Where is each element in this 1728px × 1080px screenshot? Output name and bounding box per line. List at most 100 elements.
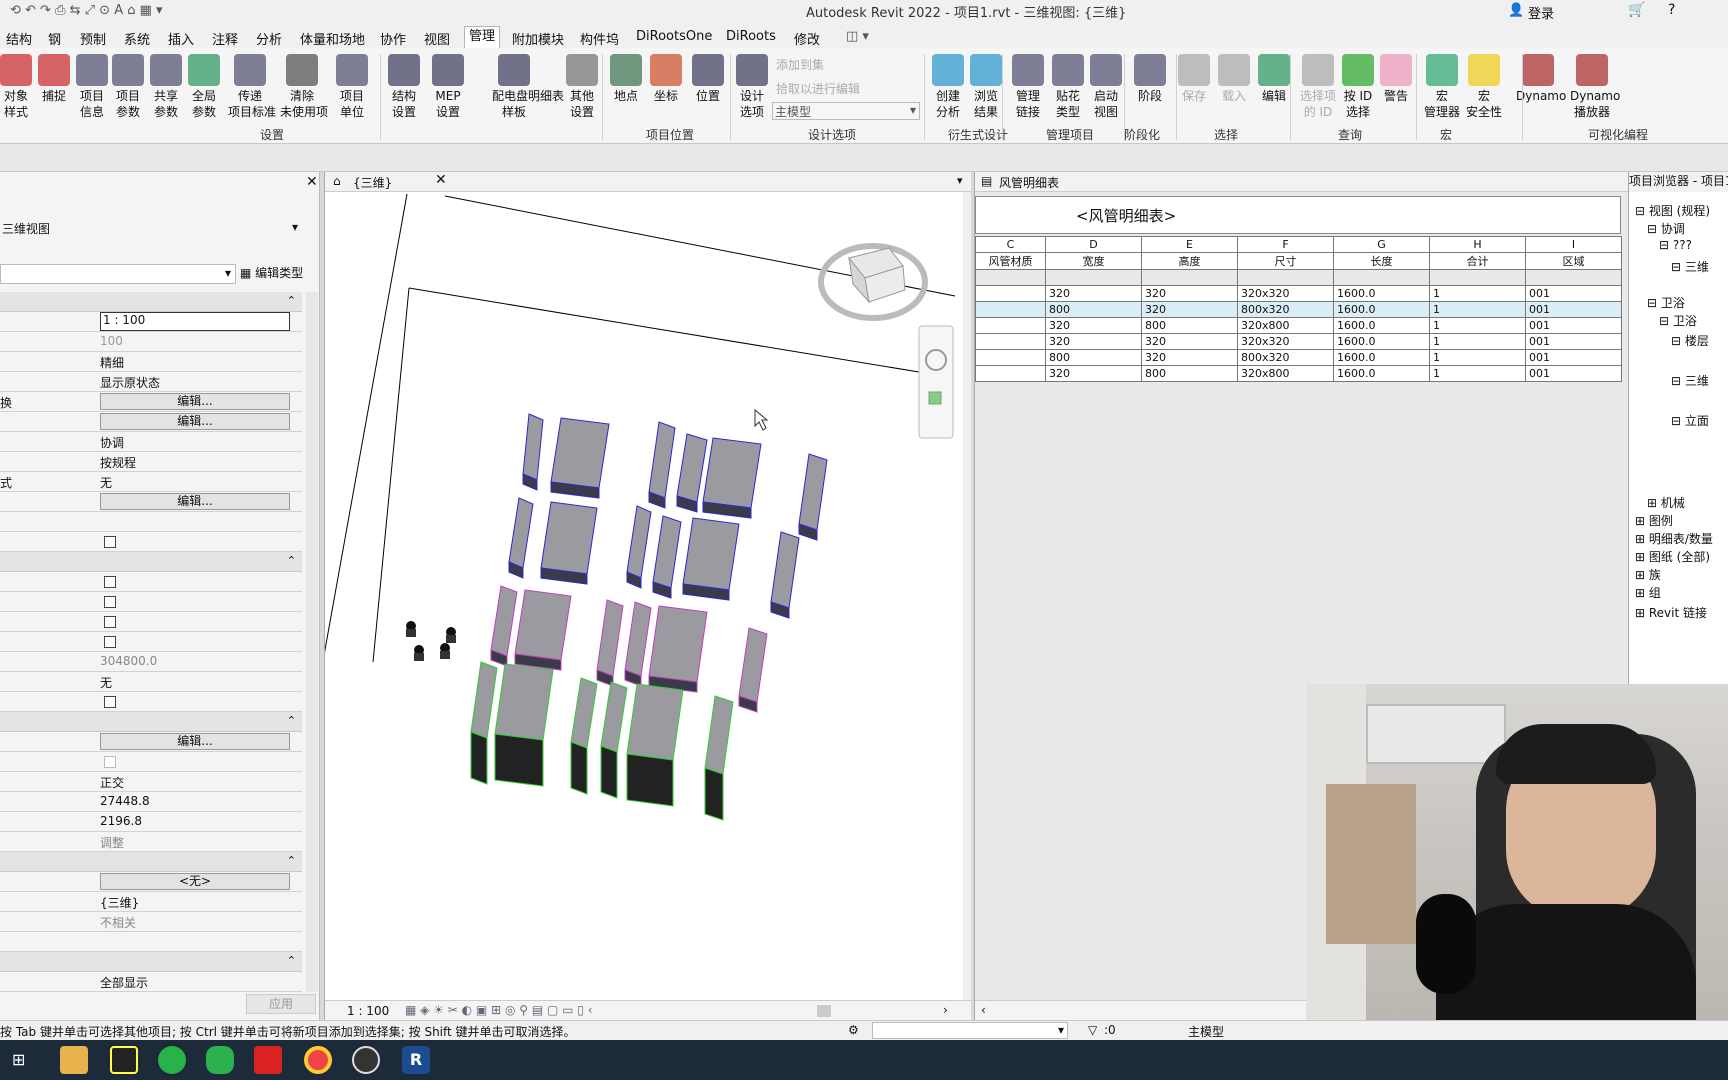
schedule-cell[interactable]: I: [1525, 236, 1622, 253]
duct-block[interactable]: [676, 433, 708, 513]
schedule-cell[interactable]: [975, 285, 1046, 302]
close-icon[interactable]: ✕: [435, 172, 447, 188]
duct-models[interactable]: [470, 413, 828, 821]
browser-item[interactable]: ⊞ 组: [1635, 584, 1661, 601]
duct-block[interactable]: [652, 515, 682, 599]
schedule-cell[interactable]: 800x320: [1237, 301, 1334, 318]
far-clip-checkbox[interactable]: [104, 636, 116, 648]
section-box-checkbox[interactable]: [104, 696, 116, 708]
schedule-cell[interactable]: D: [1045, 236, 1142, 253]
ribbon-button-21[interactable]: 启动 视图: [1084, 54, 1128, 120]
section-camera[interactable]: ⌃: [0, 712, 302, 732]
render-settings-edit-button[interactable]: 编辑...: [100, 733, 290, 750]
browser-item[interactable]: ⊟ 楼层: [1671, 332, 1709, 349]
tab-modify[interactable]: 修改: [794, 29, 820, 48]
tab-overflow-icon[interactable]: ◫ ▾: [846, 29, 869, 44]
schedule-cell[interactable]: 合计: [1429, 252, 1526, 270]
schedule-cell[interactable]: G: [1333, 236, 1430, 253]
schedule-cell[interactable]: 区域: [1525, 252, 1622, 270]
schedule-cell[interactable]: 宽度: [1045, 252, 1142, 270]
duct-block[interactable]: [570, 677, 598, 795]
ribbon-button-12[interactable]: 其他 设置: [560, 54, 604, 120]
parts-visibility[interactable]: 显示原状态: [100, 374, 290, 391]
duct-block[interactable]: [626, 683, 684, 807]
view-template-button[interactable]: <无>: [100, 873, 290, 890]
eye-elevation[interactable]: 27448.8: [100, 794, 290, 808]
tab-massing[interactable]: 体量和场地: [300, 29, 365, 48]
ribbon-button-32[interactable]: Dynamo 播放器: [1570, 54, 1620, 120]
chrome-icon[interactable]: [304, 1046, 332, 1074]
duct-block[interactable]: [702, 437, 762, 519]
schedule-cell[interactable]: 1: [1429, 301, 1526, 318]
vg-edit-button[interactable]: 编辑...: [100, 393, 290, 410]
duct-block[interactable]: [522, 413, 544, 491]
schedule-cell[interactable]: 320x800: [1237, 317, 1334, 334]
schedule-cell[interactable]: [1045, 269, 1142, 286]
schedule-cell[interactable]: 1600.0: [1333, 285, 1430, 302]
annotation-crop-checkbox[interactable]: [104, 616, 116, 628]
type-selector[interactable]: 三维视图 ▾: [0, 218, 300, 238]
prop-row[interactable]: {三维}: [0, 892, 302, 912]
design-option-select[interactable]: 主模型 ▾: [772, 102, 920, 120]
schedule-cell[interactable]: 320x800: [1237, 365, 1334, 382]
schedule-cell[interactable]: 尺寸: [1237, 252, 1334, 270]
tab-components[interactable]: 构件坞: [580, 29, 619, 48]
duct-block[interactable]: [624, 601, 652, 687]
help-icon[interactable]: ?: [1668, 2, 1675, 18]
schedule-cell[interactable]: 320: [1045, 285, 1142, 302]
schedule-cell[interactable]: 001: [1525, 301, 1622, 318]
browser-item[interactable]: ⊞ 图例: [1635, 512, 1673, 529]
target-elevation[interactable]: 2196.8: [100, 814, 290, 828]
schedule-cell[interactable]: [975, 301, 1046, 318]
ribbon-button-29[interactable]: 宏管理器: [1420, 54, 1464, 120]
tab-systems[interactable]: 系统: [124, 29, 150, 48]
wps-icon[interactable]: [254, 1046, 282, 1074]
browser-item[interactable]: ⊟ 视图 (规程): [1635, 202, 1710, 219]
duct-block[interactable]: [626, 505, 652, 589]
schedule-cell[interactable]: 320: [1045, 365, 1142, 382]
wechat-icon[interactable]: [206, 1046, 234, 1074]
schedule-cell[interactable]: [1141, 269, 1238, 286]
duct-block[interactable]: [514, 589, 572, 671]
schedule-cell[interactable]: 320x320: [1237, 285, 1334, 302]
hidden-lines-value[interactable]: 按规程: [100, 454, 290, 471]
schedule-cell[interactable]: [1237, 269, 1334, 286]
duct-block[interactable]: [770, 531, 800, 619]
ribbon-button-6[interactable]: 传递 项目标准: [228, 54, 276, 120]
view-scale-input[interactable]: 1 : 100: [100, 312, 290, 331]
schedule-cell[interactable]: F: [1237, 236, 1334, 253]
scope-box-value[interactable]: 无: [100, 674, 290, 691]
prop-row[interactable]: 正交: [0, 772, 302, 792]
duct-block[interactable]: [550, 417, 610, 499]
schedule-cell[interactable]: [1525, 269, 1622, 286]
user-icon[interactable]: 👤: [1508, 3, 1524, 18]
prop-row[interactable]: 按规程: [0, 452, 302, 472]
browser-item[interactable]: ⊟ 卫浴: [1659, 312, 1697, 329]
schedule-cell[interactable]: [1333, 269, 1430, 286]
browser-item[interactable]: ⊟ 协调: [1647, 220, 1685, 237]
workset-select[interactable]: ▾: [872, 1022, 1068, 1039]
ribbon-button-23[interactable]: 保存: [1172, 54, 1216, 104]
ribbon-button-14[interactable]: 坐标: [644, 54, 688, 104]
tab-dirootsone[interactable]: DiRootsOne: [636, 29, 712, 44]
apply-button[interactable]: 应用: [246, 994, 316, 1014]
tab-diroots[interactable]: DiRoots: [726, 29, 776, 44]
design-option-icon[interactable]: 主模型: [1188, 1023, 1224, 1040]
browser-item[interactable]: ⊞ Revit 链接: [1635, 604, 1707, 621]
tab-annotate[interactable]: 注释: [212, 29, 238, 48]
app-green-icon[interactable]: [158, 1046, 186, 1074]
browser-item[interactable]: ⊟ 立面: [1671, 412, 1709, 429]
browser-item[interactable]: ⊞ 图纸 (全部): [1635, 548, 1710, 565]
ribbon-button-15[interactable]: 位置: [686, 54, 730, 104]
schedule-cell[interactable]: 001: [1525, 365, 1622, 382]
worksharing-icon[interactable]: ⚙: [848, 1023, 859, 1037]
duct-block[interactable]: [600, 681, 628, 799]
schedule-cell[interactable]: 320: [1141, 349, 1238, 366]
schedule-cell[interactable]: 1600.0: [1333, 333, 1430, 350]
schedule-cell[interactable]: 1: [1429, 333, 1526, 350]
schedule-cell[interactable]: 001: [1525, 317, 1622, 334]
duct-block[interactable]: [470, 661, 498, 785]
qq-icon[interactable]: [110, 1046, 138, 1074]
prop-row[interactable]: 精细: [0, 352, 302, 372]
tab-manage[interactable]: 管理: [464, 26, 501, 48]
